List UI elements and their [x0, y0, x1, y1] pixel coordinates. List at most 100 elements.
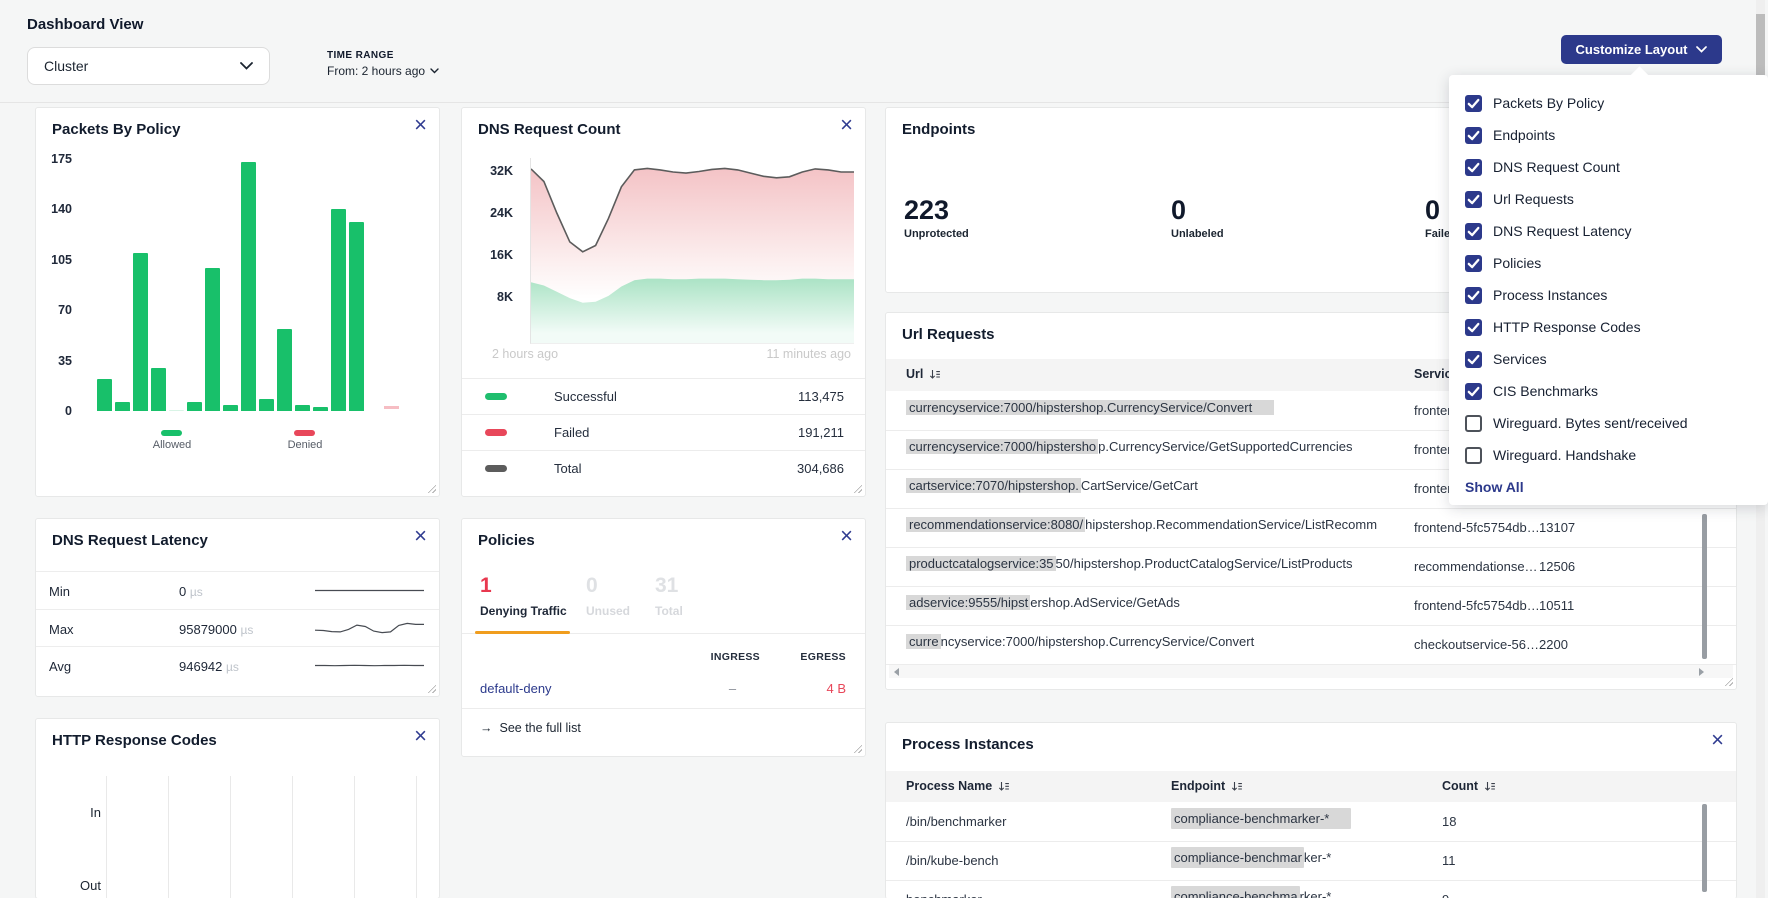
close-icon[interactable]: ×	[1711, 729, 1724, 751]
endpoint-rest: rker-*	[1300, 889, 1332, 898]
customize-layout-button[interactable]: Customize Layout	[1561, 35, 1722, 64]
menu-item-label: Process Instances	[1493, 287, 1607, 303]
bar-denied	[384, 406, 399, 409]
menu-item-8[interactable]: Services	[1449, 343, 1768, 375]
tab-denying-traffic[interactable]: 1 Denying Traffic	[480, 575, 567, 618]
menu-item-6[interactable]: Process Instances	[1449, 279, 1768, 311]
menu-item-11[interactable]: Wireguard. Handshake	[1449, 439, 1768, 471]
stat-value: 0	[1171, 196, 1224, 224]
latency-unit: µs	[190, 585, 203, 599]
menu-item-1[interactable]: Endpoints	[1449, 119, 1768, 151]
tab-total[interactable]: 31 Total	[655, 575, 683, 618]
url-highlight: productcatalogservice:35	[906, 556, 1056, 571]
column-header-url[interactable]: Url	[906, 367, 941, 381]
column-header-count[interactable]: Count	[1442, 779, 1496, 793]
checkbox-checked-icon[interactable]	[1465, 95, 1482, 112]
menu-item-label: Endpoints	[1493, 127, 1555, 143]
url-table-row: currencyservice:7000/hipstershop.Currenc…	[886, 625, 1736, 665]
legend-swatch-allowed	[161, 430, 182, 436]
menu-item-4[interactable]: DNS Request Latency	[1449, 215, 1768, 247]
endpoint-highlight: compliance-benchma	[1171, 886, 1300, 898]
area-chart	[530, 158, 854, 344]
checkbox-checked-icon[interactable]	[1465, 287, 1482, 304]
checkbox-checked-icon[interactable]	[1465, 223, 1482, 240]
customize-layout-label: Customize Layout	[1576, 42, 1688, 57]
tab-label: Unused	[586, 604, 630, 618]
menu-item-2[interactable]: DNS Request Count	[1449, 151, 1768, 183]
checkbox-checked-icon[interactable]	[1465, 191, 1482, 208]
resize-handle[interactable]	[427, 484, 436, 493]
url-cell: currencyservice:7000/hipstershop.Currenc…	[906, 439, 1401, 454]
checkbox-unchecked-icon[interactable]	[1465, 415, 1482, 432]
checkbox-unchecked-icon[interactable]	[1465, 447, 1482, 464]
count-cell: 11	[1442, 853, 1456, 868]
menu-item-3[interactable]: Url Requests	[1449, 183, 1768, 215]
scroll-right-icon[interactable]	[1699, 668, 1704, 676]
sort-icon	[929, 369, 941, 380]
latency-row: Min0 µs	[36, 571, 439, 610]
bar-allowed	[349, 222, 364, 411]
stat-label: Unlabeled	[1171, 228, 1224, 240]
vertical-scrollbar[interactable]	[1702, 514, 1707, 659]
tab-value: 1	[480, 575, 567, 596]
sort-icon	[998, 781, 1010, 792]
policies-card: Policies × 1 Denying Traffic 0 Unused 31…	[461, 518, 866, 757]
checkbox-checked-icon[interactable]	[1465, 127, 1482, 144]
menu-item-10[interactable]: Wireguard. Bytes sent/received	[1449, 407, 1768, 439]
close-icon[interactable]: ×	[840, 114, 853, 136]
time-range-value[interactable]: From: 2 hours ago	[327, 64, 439, 78]
menu-item-7[interactable]: HTTP Response Codes	[1449, 311, 1768, 343]
vertical-scrollbar[interactable]	[1702, 804, 1707, 892]
bar-allowed	[151, 368, 166, 411]
x-axis-end-label: 11 minutes ago	[766, 347, 851, 361]
menu-item-0[interactable]: Packets By Policy	[1449, 87, 1768, 119]
column-header-process-name[interactable]: Process Name	[906, 779, 1010, 793]
tab-unused[interactable]: 0 Unused	[586, 575, 630, 618]
bar-allowed	[295, 405, 310, 411]
menu-item-label: Wireguard. Bytes sent/received	[1493, 415, 1688, 431]
bar-allowed	[259, 399, 274, 411]
y-tick-label: 140	[51, 202, 72, 216]
count-cell: 2200	[1539, 637, 1568, 652]
menu-item-9[interactable]: CIS Benchmarks	[1449, 375, 1768, 407]
checkbox-checked-icon[interactable]	[1465, 319, 1482, 336]
close-icon[interactable]: ×	[414, 525, 427, 547]
dashboard-view-page: Dashboard View Cluster TIME RANGE From: …	[0, 0, 1768, 898]
latency-label: Min	[49, 584, 70, 599]
resize-handle[interactable]	[853, 744, 862, 753]
show-all-link[interactable]: Show All	[1465, 479, 1524, 495]
url-rest: ncyservice:7000/hipstershop.CurrencyServ…	[941, 634, 1255, 649]
count-cell: 18	[1442, 814, 1456, 829]
legend-name: Total	[554, 461, 581, 476]
resize-handle[interactable]	[853, 484, 862, 493]
process-instances-card: Process Instances × Process Name Endpoin…	[885, 722, 1737, 898]
view-selector-dropdown[interactable]: Cluster	[27, 47, 270, 85]
see-full-list-link[interactable]: → See the full list	[480, 721, 581, 735]
legend-name: Successful	[554, 389, 617, 404]
scroll-left-icon[interactable]	[894, 668, 899, 676]
close-icon[interactable]: ×	[840, 525, 853, 547]
checkbox-checked-icon[interactable]	[1465, 159, 1482, 176]
checkbox-checked-icon[interactable]	[1465, 383, 1482, 400]
page-title: Dashboard View	[27, 16, 143, 33]
bar-chart	[97, 159, 364, 411]
resize-handle[interactable]	[427, 684, 436, 693]
latency-label: Max	[49, 622, 74, 637]
close-icon[interactable]: ×	[414, 725, 427, 747]
bar-allowed	[187, 402, 202, 411]
bar-allowed	[313, 407, 328, 411]
horizontal-scrollbar[interactable]	[889, 665, 1733, 678]
y-tick-label: 8K	[497, 290, 513, 304]
checkbox-checked-icon[interactable]	[1465, 351, 1482, 368]
close-icon[interactable]: ×	[414, 114, 427, 136]
y-tick-label: 0	[65, 404, 72, 418]
checkbox-checked-icon[interactable]	[1465, 255, 1482, 272]
chevron-down-icon	[430, 68, 439, 74]
resize-handle[interactable]	[1724, 677, 1733, 686]
menu-item-5[interactable]: Policies	[1449, 247, 1768, 279]
card-title: Packets By Policy	[52, 121, 180, 138]
policy-link[interactable]: default-deny	[480, 681, 552, 696]
count-cell: 12506	[1539, 559, 1575, 574]
endpoint-cell: compliance-benchmarker-*	[1171, 850, 1331, 865]
column-header-endpoint[interactable]: Endpoint	[1171, 779, 1243, 793]
